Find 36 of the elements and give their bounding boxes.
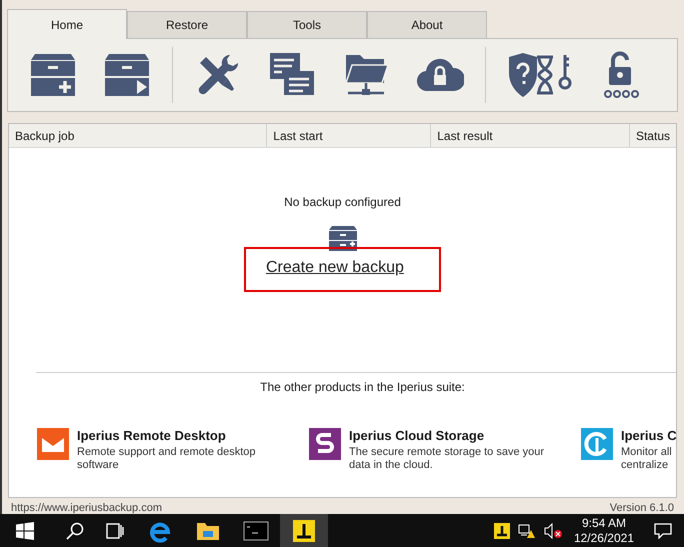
version-label: Version 6.1.0 [610,500,674,516]
tab[interactable]: Home [7,9,127,39]
website-url[interactable]: https://www.iperiusbackup.com [11,500,162,516]
product-name[interactable]: Iperius C [621,426,677,446]
product-description: Monitor all centralize [621,446,673,472]
taskbar-app[interactable] [280,514,328,547]
tab[interactable]: About [367,11,487,38]
clock-date[interactable]: 12/26/2021 [574,530,634,546]
product-name[interactable]: Iperius Cloud Storage [349,426,544,446]
column-header[interactable]: Status [630,124,676,147]
volume-muted-icon[interactable] [544,522,562,538]
windows-start-icon[interactable] [16,522,34,540]
empty-message: No backup configured [284,194,401,211]
tab[interactable]: Restore [127,11,247,38]
network-warning-icon[interactable] [518,522,536,538]
product-logo[interactable] [37,428,69,460]
task-view-icon[interactable] [106,522,124,538]
archive-box-add-icon[interactable] [29,51,77,99]
column-header[interactable]: Last result [431,124,630,147]
search-icon[interactable] [66,522,84,540]
notification-icon[interactable] [654,522,672,538]
product-logo[interactable] [309,428,341,460]
column-header[interactable]: Backup job [9,124,268,147]
column-header[interactable]: Last start [267,124,432,147]
archive-box-add-icon [328,223,356,251]
tab[interactable]: Tools [247,11,367,38]
products-heading: The other products in the Iperius suite: [260,379,465,396]
archive-box-play-icon[interactable] [103,51,151,99]
iperius-app-icon [291,518,317,544]
product-description: Remote support and remote desktop software [77,446,256,472]
iperius-tray-icon[interactable] [494,522,510,538]
product-description: The secure remote storage to save your data in the cloud. [349,446,544,472]
padlock-code-icon[interactable] [601,51,641,99]
clock-time[interactable]: 9:54 AM [582,516,626,530]
product-name[interactable]: Iperius Remote Desktop [77,426,256,446]
create-backup-link[interactable]: Create new backup [266,259,404,276]
